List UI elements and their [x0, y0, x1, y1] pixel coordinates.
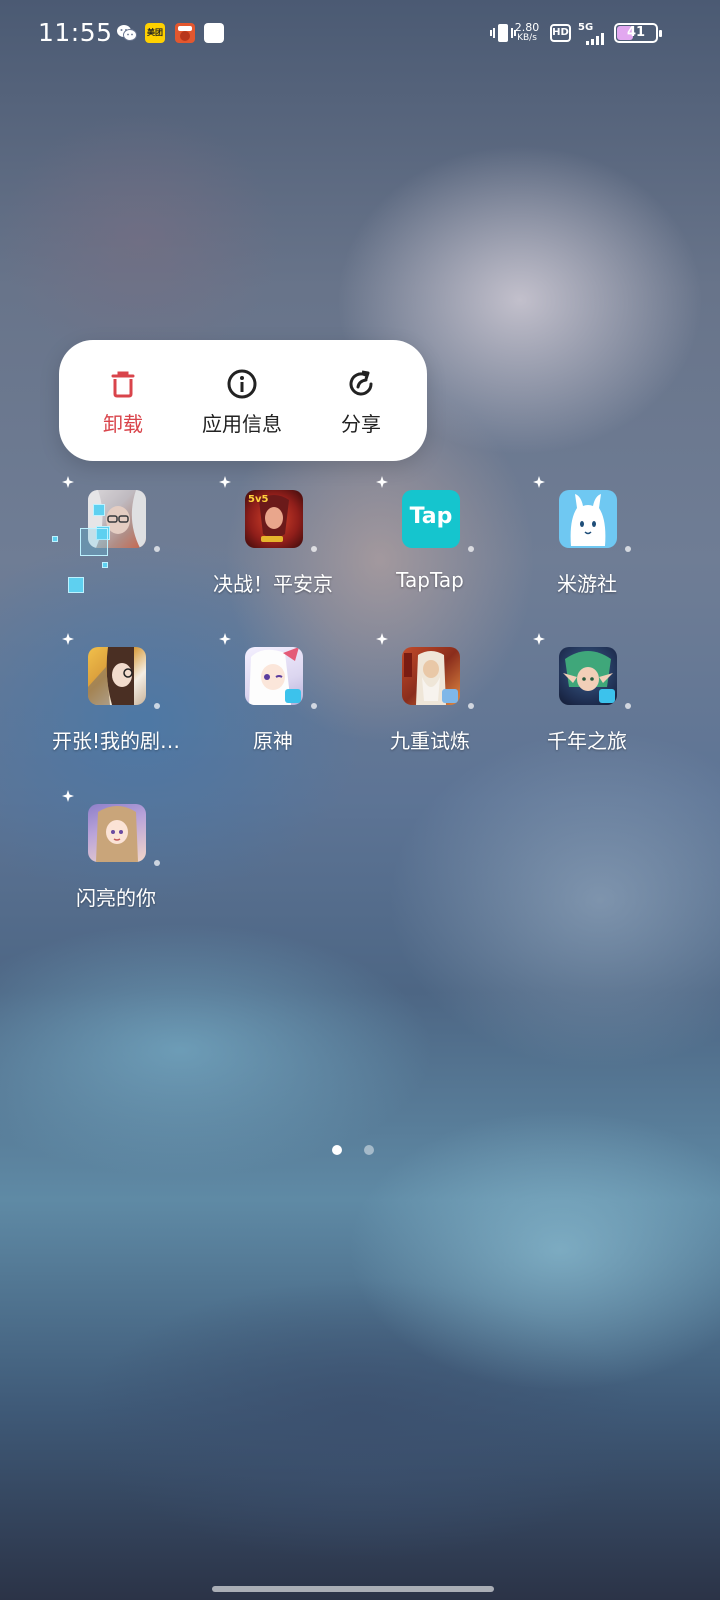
- sparkle-icon: [219, 633, 231, 645]
- app-label: 闪亮的你: [76, 886, 156, 910]
- share-button[interactable]: 分享: [301, 340, 421, 461]
- sparkle-dot: [154, 703, 160, 709]
- app-genshin[interactable]: 原神: [195, 633, 351, 783]
- sparkle-dot: [154, 546, 160, 552]
- app-taptap[interactable]: Tap TapTap: [352, 476, 508, 626]
- shining-you-icon: [88, 804, 146, 862]
- page-indicator-1[interactable]: [332, 1145, 342, 1155]
- battery-level: 41: [626, 25, 646, 40]
- taptap-icon: Tap: [402, 490, 460, 548]
- app-label: 决战！平安京: [213, 572, 333, 596]
- app-info-button[interactable]: 应用信息: [182, 340, 302, 461]
- app-context-menu: 卸载 应用信息 分享: [59, 340, 427, 461]
- sparkle-dot: [311, 703, 317, 709]
- share-label: 分享: [341, 412, 381, 436]
- sparkle-dot: [625, 703, 631, 709]
- sparkle-icon: [376, 476, 388, 488]
- onmyoji-arena-icon: 5v5: [245, 490, 303, 548]
- page-indicator-2[interactable]: [364, 1145, 374, 1155]
- sparkle-icon: [219, 476, 231, 488]
- bilibili-badge-icon: [285, 689, 301, 703]
- game-app-icon: [175, 23, 195, 43]
- hd-badge: HD: [550, 24, 571, 42]
- home-gesture-bar[interactable]: [212, 1586, 494, 1592]
- app-uninstalling[interactable]: [38, 476, 194, 626]
- taptap-icon-text: Tap: [409, 504, 453, 529]
- app-label: 米游社: [557, 572, 617, 596]
- app-qiannian[interactable]: 千年之旅: [509, 633, 665, 783]
- status-bar: 11:55 美团 2.80 KB/s HD 5G 41: [0, 0, 720, 68]
- particle: [102, 562, 108, 568]
- sparkle-icon: [533, 633, 545, 645]
- sparkle-dot: [468, 703, 474, 709]
- app-theater-game[interactable]: 开张!我的剧…: [38, 633, 194, 783]
- sparkle-dot: [154, 860, 160, 866]
- particle: [68, 577, 84, 593]
- qiannian-icon: [559, 647, 617, 705]
- share-icon: [349, 370, 373, 396]
- miyoushe-icon: [559, 490, 617, 548]
- theater-game-icon: [88, 647, 146, 705]
- signal-5g: 5G: [578, 22, 608, 48]
- sparkle-icon: [533, 476, 545, 488]
- network-label: 5G: [578, 22, 594, 33]
- sparkle-dot: [625, 546, 631, 552]
- app-label: 原神: [253, 729, 293, 753]
- net-speed-value: 2.80: [514, 21, 540, 34]
- info-icon: [227, 369, 257, 399]
- svg-text:5v5: 5v5: [248, 494, 268, 505]
- app-onmyoji-arena[interactable]: 5v5 决战！平安京: [195, 476, 351, 626]
- app-label: TapTap: [396, 568, 464, 592]
- jiuchong-icon: [402, 647, 460, 705]
- blank-app-icon: [204, 23, 224, 43]
- uninstall-button[interactable]: 卸载: [63, 340, 183, 461]
- app-shining-you[interactable]: 闪亮的你: [38, 790, 194, 940]
- sparkle-dot: [468, 546, 474, 552]
- net-speed-unit: KB/s: [517, 33, 537, 43]
- sparkle-icon: [62, 476, 74, 488]
- clock: 11:55: [38, 18, 113, 47]
- particle: [52, 536, 58, 542]
- app-label: 开张!我的剧…: [51, 729, 181, 753]
- trash-icon: [111, 371, 135, 398]
- sparkle-icon: [62, 633, 74, 645]
- wechat-icon: [116, 23, 137, 43]
- sparkle-icon: [62, 790, 74, 802]
- bilibili-badge-icon: [442, 689, 458, 703]
- uninstall-label: 卸载: [103, 412, 143, 436]
- app-info-label: 应用信息: [202, 412, 282, 436]
- battery-icon: 41: [614, 23, 662, 43]
- genshin-icon: [245, 647, 303, 705]
- bilibili-badge-icon: [599, 689, 615, 703]
- particle: [80, 528, 108, 556]
- sparkle-icon: [376, 633, 388, 645]
- meituan-icon: 美团: [145, 23, 165, 43]
- sparkle-dot: [311, 546, 317, 552]
- net-speed: 2.80 KB/s: [512, 22, 542, 44]
- signal-bars-icon: [586, 33, 604, 45]
- app-miyoushe[interactable]: 米游社: [509, 476, 665, 626]
- app-label: 九重试炼: [390, 729, 470, 753]
- app-label: 千年之旅: [547, 729, 627, 753]
- particle: [93, 504, 105, 516]
- app-jiuchong[interactable]: 九重试炼: [352, 633, 508, 783]
